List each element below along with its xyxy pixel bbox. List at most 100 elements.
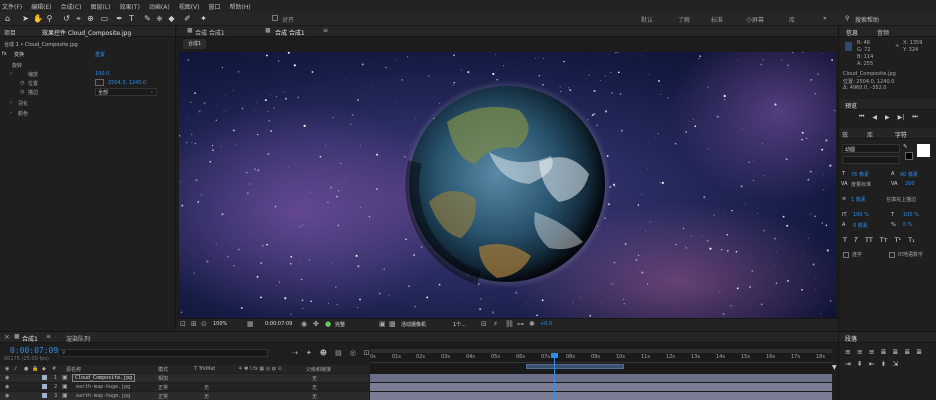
align-right-icon[interactable]: ≡ — [869, 348, 875, 356]
toggle-pixel-aspect-icon[interactable]: ⊟ — [481, 320, 487, 328]
workspace-learn[interactable]: 了解 — [678, 15, 690, 24]
eye-icon[interactable]: ◉ — [5, 384, 9, 390]
composition-canvas[interactable] — [179, 52, 836, 318]
tab-project[interactable]: 项目 — [4, 28, 16, 37]
layer-row-2[interactable]: ◉ 2 ▣ earth-map-huge.jpg 正常 无 无 — [0, 383, 369, 391]
reset-exposure-icon[interactable]: ✺ — [529, 320, 535, 328]
lock-icon[interactable]: 🔒 — [32, 366, 38, 372]
justify-center-icon[interactable]: ≣ — [893, 348, 899, 356]
chevron-right-icon[interactable]: › — [10, 110, 12, 116]
layer-2-parent[interactable]: 无 — [312, 384, 317, 391]
next-frame-icon[interactable]: ▶| — [898, 114, 905, 121]
timeline-link-icon[interactable]: ⛓ — [505, 320, 514, 328]
leading-value[interactable]: 90 像素 — [900, 171, 918, 178]
views-dropdown[interactable]: 1个... — [453, 321, 466, 328]
menu-file[interactable]: 文件(F) — [2, 2, 22, 11]
mask-icon[interactable]: ⊙ — [201, 320, 207, 328]
close-icon[interactable]: × — [4, 333, 10, 341]
tab-info[interactable]: 信息 — [846, 28, 858, 37]
layer-1-highlight[interactable] — [526, 364, 624, 369]
fill-color-swatch[interactable] — [917, 144, 930, 157]
search-help-input[interactable]: 搜索帮助 — [855, 15, 879, 24]
menu-composition[interactable]: 合成(C) — [61, 2, 82, 11]
stopwatch-icon[interactable]: ◷ — [20, 80, 24, 86]
selection-tool-icon[interactable]: ➤ — [21, 14, 30, 23]
layer-1-name[interactable]: Cloud_Composite.jpg — [72, 374, 136, 382]
layer-3-name[interactable]: earth-map-huge.jpg — [76, 393, 130, 399]
ligatures-checkbox[interactable] — [843, 252, 849, 258]
menu-animation[interactable]: 动画(A) — [149, 2, 170, 11]
resolution-dropdown[interactable]: 完整 — [335, 321, 345, 328]
all-caps-button[interactable]: TT — [865, 236, 873, 244]
zoom-dropdown[interactable]: 100% — [213, 321, 227, 327]
roto-brush-tool-icon[interactable]: ✐ — [183, 14, 192, 23]
composition-mini-flowchart-icon[interactable]: ⇢ — [292, 349, 298, 357]
color-channel-icon[interactable]: ● — [325, 320, 331, 328]
stroke-color-swatch[interactable] — [905, 152, 913, 160]
rectangle-tool-icon[interactable]: ▭ — [100, 14, 109, 23]
eye-icon[interactable]: ◉ — [5, 375, 9, 381]
tracking-value[interactable]: 200 — [905, 181, 915, 187]
layer-3-trkmat[interactable]: 无 — [204, 393, 209, 400]
font-family-dropdown[interactable]: 幼圆 — [842, 144, 900, 153]
viewer-timecode[interactable]: 0:00:07:09 — [265, 321, 292, 327]
layer-bar-2[interactable] — [370, 383, 832, 391]
layer-row-3[interactable]: ◉ 3 ▣ earth-map-huge.jpg 正常 无 无 — [0, 392, 369, 400]
align-center-icon[interactable]: ≡ — [857, 348, 863, 356]
layer-bar-1[interactable] — [370, 374, 832, 382]
stopwatch-icon[interactable]: ◷ — [20, 89, 24, 95]
hand-tool-icon[interactable]: ✋ — [33, 14, 43, 23]
lock-icon[interactable]: ■ — [14, 333, 20, 340]
audio-icon[interactable]: ♪ — [14, 366, 17, 372]
current-time-indicator[interactable] — [554, 353, 555, 400]
font-size-value[interactable]: 76 像素 — [851, 171, 869, 178]
search-icon[interactable]: ⚲ — [845, 15, 849, 22]
eyedropper-icon[interactable]: ✎ — [903, 144, 908, 150]
tab-composition-2[interactable]: 合成 合成1 — [275, 28, 305, 37]
menu-layer[interactable]: 图层(L) — [91, 2, 111, 11]
horizontal-scale-value[interactable]: 100 % — [903, 212, 919, 218]
puppet-tool-icon[interactable]: ✦ — [199, 14, 208, 23]
vertical-scale-value[interactable]: 100 % — [853, 212, 869, 218]
layer-2-trkmat[interactable]: 无 — [204, 384, 209, 391]
flowchart-icon[interactable]: ⊶ — [517, 320, 524, 328]
layer-2-mode[interactable]: 正常 — [158, 384, 168, 391]
first-line-indent-icon[interactable]: ⇲ — [893, 360, 899, 368]
menu-help[interactable]: 帮助(H) — [230, 2, 251, 11]
tab-audio[interactable]: 音频 — [877, 28, 889, 37]
playhead-handle[interactable] — [551, 353, 558, 358]
zoom-tool-icon[interactable]: ⚲ — [45, 14, 54, 23]
exposure-value[interactable]: +0.0 — [540, 321, 552, 327]
superscript-button[interactable]: T¹ — [895, 236, 902, 244]
indent-right-icon[interactable]: ⇤ — [869, 360, 875, 368]
menu-effect[interactable]: 效果(T) — [120, 2, 140, 11]
pen-tool-icon[interactable]: ✒ — [115, 14, 124, 23]
position-target-icon[interactable] — [95, 79, 104, 86]
subscript-button[interactable]: T₁ — [908, 236, 915, 244]
transparency-grid-icon[interactable]: ▩ — [389, 320, 396, 328]
rotate-tool-icon[interactable]: ↺ — [62, 14, 71, 23]
menu-icon[interactable]: ≡ — [323, 27, 328, 34]
space-after-icon[interactable]: ⇟ — [881, 360, 887, 368]
always-preview-icon[interactable]: ⊡ — [180, 320, 186, 328]
align-left-icon[interactable]: ≡ — [845, 348, 851, 356]
camera-tool-icon[interactable]: ⌖ — [74, 14, 83, 23]
home-icon[interactable]: ⌂ — [3, 14, 12, 23]
frame-blending-icon[interactable]: ▤ — [335, 349, 342, 357]
lock-icon[interactable]: ■ — [187, 27, 193, 34]
hindi-digits-checkbox[interactable] — [889, 252, 895, 258]
camera-dropdown[interactable]: 活动摄像机 — [401, 321, 426, 328]
layer-row-1[interactable]: ◉ 1 ▣ Cloud_Composite.jpg 相加 无 — [0, 374, 369, 382]
font-style-dropdown[interactable] — [842, 156, 900, 164]
baseline-shift-value[interactable]: 0 像素 — [853, 222, 868, 229]
type-tool-icon[interactable]: T — [127, 14, 136, 23]
layer-1-mode[interactable]: 相加 — [158, 375, 168, 382]
tab-character[interactable]: 字符 — [895, 130, 907, 139]
layer-bar-3[interactable] — [370, 392, 832, 400]
fx-icon[interactable]: fx — [2, 51, 7, 57]
last-frame-icon[interactable]: ⏭ — [912, 113, 917, 121]
justify-right-icon[interactable]: ≣ — [904, 348, 910, 356]
tsume-value[interactable]: 0 % — [903, 222, 913, 228]
draft-3d-icon[interactable]: ✦ — [306, 349, 312, 357]
workspace-library[interactable]: 库 — [789, 15, 795, 24]
